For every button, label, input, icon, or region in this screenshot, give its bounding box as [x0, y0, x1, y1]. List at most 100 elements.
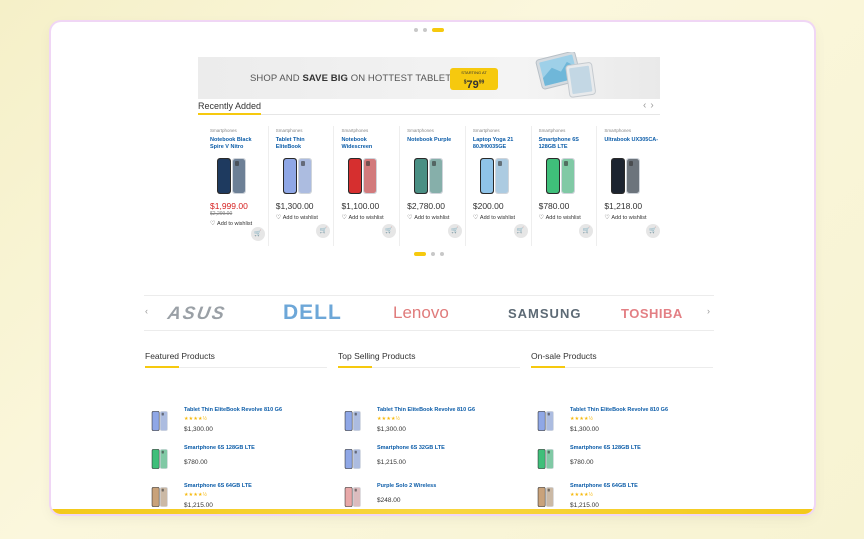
phone-image-icon: [217, 158, 246, 194]
product-image[interactable]: [475, 155, 515, 197]
prev-arrow-icon[interactable]: ‹: [643, 100, 646, 111]
wishlist-label: Add to wishlist: [348, 215, 384, 221]
brand-lenovo-logo[interactable]: Lenovo: [393, 303, 449, 323]
product-card[interactable]: Smartphones Notebook Widescreen $1,100.00 🛒…: [334, 126, 401, 246]
product-card[interactable]: Smartphones Ultrabook UX305CA- $1,218.00 🛒 ♡…: [597, 126, 663, 246]
product-name-link[interactable]: Notebook Purple: [407, 137, 462, 151]
list-item[interactable]: Smartphone 6S 32GB LTE $1,215.00: [338, 444, 520, 478]
banner-text-post: ON HOTTEST TABLETS: [347, 72, 458, 84]
product-name-link[interactable]: Smartphone 6S 32GB LTE: [377, 445, 445, 451]
product-thumbnail[interactable]: [535, 482, 557, 512]
list-item[interactable]: Tablet Thin EliteBook Revolve 810 G6 ★★★★…: [145, 406, 327, 440]
product-name-link[interactable]: Laptop Yoga 21 80JH0035GE: [473, 137, 528, 151]
product-thumbnail[interactable]: [342, 444, 364, 474]
phone-thumbnail-icon: [151, 449, 168, 469]
top-selling-title: Top Selling Products: [338, 351, 416, 361]
product-name-link[interactable]: Tablet Thin EliteBook Revolve 810 G6: [377, 407, 475, 413]
next-arrow-icon[interactable]: ›: [650, 100, 653, 111]
product-name-link[interactable]: Tablet Thin EliteBook Revolve 810 G6: [570, 407, 668, 413]
product-price: $248.00: [377, 497, 401, 504]
star-rating: ★★★★½: [184, 416, 208, 422]
add-to-cart-icon[interactable]: 🛒: [646, 224, 661, 238]
list-item[interactable]: Smartphone 6S 128GB LTE $780.00: [531, 444, 713, 478]
add-to-cart-icon[interactable]: 🛒: [250, 227, 265, 241]
product-category[interactable]: Smartphones: [473, 128, 528, 133]
recently-added-title: Recently Added: [198, 101, 262, 111]
slider-dot[interactable]: [414, 28, 418, 32]
product-thumbnail[interactable]: [149, 406, 171, 436]
product-image[interactable]: [541, 155, 581, 197]
slider-dot[interactable]: [440, 252, 444, 256]
product-name-link[interactable]: Smartphone 6S 128GB LTE: [539, 137, 594, 151]
product-category[interactable]: Smartphones: [539, 128, 594, 133]
brands-next-icon[interactable]: ›: [707, 306, 710, 316]
add-to-wishlist-link[interactable]: ♡ Add to wishlist: [604, 214, 660, 223]
product-category[interactable]: Smartphones: [276, 128, 331, 133]
product-price: $1,300.00: [275, 201, 314, 211]
product-card[interactable]: Smartphones Laptop Yoga 21 80JH0035GE $200…: [466, 126, 532, 246]
brand-samsung-logo[interactable]: SAMSUNG: [508, 306, 581, 321]
product-thumbnail[interactable]: [535, 406, 557, 436]
product-category[interactable]: Smartphones: [210, 128, 265, 133]
wishlist-label: Add to wishlist: [217, 221, 253, 227]
add-to-wishlist-link[interactable]: ♡ Add to wishlist: [341, 214, 396, 223]
add-to-wishlist-link[interactable]: ♡ Add to wishlist: [539, 214, 594, 223]
on-sale-title: On-sale Products: [531, 351, 597, 361]
product-thumbnail[interactable]: [342, 482, 364, 512]
phone-image-icon: [545, 158, 575, 194]
product-image[interactable]: [343, 155, 383, 197]
slider-dot-active[interactable]: [414, 252, 426, 256]
product-image[interactable]: [278, 155, 318, 197]
product-card[interactable]: Smartphones Notebook Purple $2,780.00 🛒 ♡ Ad…: [400, 126, 466, 246]
product-thumbnail[interactable]: [149, 482, 171, 512]
product-card[interactable]: Smartphones Smartphone 6S 128GB LTE $780.0…: [532, 126, 598, 246]
product-image[interactable]: [212, 155, 252, 197]
product-name-link[interactable]: Notebook Black Spire V Nitro: [210, 137, 265, 151]
add-to-cart-icon[interactable]: 🛒: [382, 224, 397, 238]
list-item[interactable]: Tablet Thin EliteBook Revolve 810 G6 ★★★★…: [338, 406, 520, 440]
product-name-link[interactable]: Smartphone 6S 64GB LTE: [184, 483, 252, 489]
promo-banner[interactable]: SHOP AND SAVE BIG ON HOTTEST TABLETS STA…: [198, 52, 660, 99]
product-category[interactable]: Smartphones: [341, 128, 396, 133]
product-name-link[interactable]: Purple Solo 2 Wireless: [377, 483, 436, 489]
product-category[interactable]: Smartphones: [604, 128, 660, 133]
product-name-link[interactable]: Notebook Widescreen: [341, 137, 396, 151]
product-name-link[interactable]: Tablet Thin EliteBook Revolve 810 G6: [184, 407, 282, 413]
add-to-cart-icon[interactable]: 🛒: [447, 224, 462, 238]
product-thumbnail[interactable]: [149, 444, 171, 474]
add-to-cart-icon[interactable]: 🛒: [513, 224, 528, 238]
product-image[interactable]: [606, 155, 646, 197]
product-price: $200.00: [472, 201, 504, 211]
slider-dot[interactable]: [423, 28, 427, 32]
product-name-link[interactable]: Smartphone 6S 128GB LTE: [184, 445, 255, 451]
product-name-link[interactable]: Ultrabook UX305CA-: [604, 137, 660, 151]
list-item[interactable]: Smartphone 6S 128GB LTE $780.00: [145, 444, 327, 478]
phone-thumbnail-icon: [151, 411, 168, 431]
list-item[interactable]: Tablet Thin EliteBook Revolve 810 G6 ★★★★…: [531, 406, 713, 440]
product-image[interactable]: [409, 155, 449, 197]
star-rating: ★★★★½: [570, 416, 594, 422]
product-name-link[interactable]: Smartphone 6S 128GB LTE: [570, 445, 641, 451]
add-to-wishlist-link[interactable]: ♡ Add to wishlist: [473, 214, 528, 223]
product-card[interactable]: Smartphones Notebook Black Spire V Nitro $…: [203, 126, 269, 246]
product-thumbnail[interactable]: [535, 444, 557, 474]
product-name-link[interactable]: Tablet Thin EliteBook: [276, 137, 331, 151]
phone-thumbnail-icon: [344, 487, 361, 507]
product-name-link[interactable]: Smartphone 6S 64GB LTE: [570, 483, 638, 489]
title-accent-bar: [145, 366, 179, 368]
add-to-cart-icon[interactable]: 🛒: [579, 224, 594, 238]
add-to-cart-icon[interactable]: 🛒: [316, 224, 331, 238]
heart-icon: ♡: [210, 221, 218, 227]
slider-dot-active[interactable]: [432, 28, 444, 32]
brand-toshiba-logo[interactable]: TOSHIBA: [621, 306, 683, 321]
product-thumbnail[interactable]: [342, 406, 364, 436]
slider-dot[interactable]: [431, 252, 435, 256]
add-to-wishlist-link[interactable]: ♡ Add to wishlist: [276, 214, 331, 223]
product-card[interactable]: Smartphones Tablet Thin EliteBook $1,300.0…: [269, 126, 335, 246]
product-category[interactable]: Smartphones: [407, 128, 462, 133]
slider-dots-products: [414, 252, 444, 256]
brand-asus-logo[interactable]: ASUS: [166, 303, 228, 324]
add-to-wishlist-link[interactable]: ♡ Add to wishlist: [407, 214, 462, 223]
brands-prev-icon[interactable]: ‹: [145, 306, 148, 316]
brand-dell-logo[interactable]: DELL: [283, 301, 342, 325]
